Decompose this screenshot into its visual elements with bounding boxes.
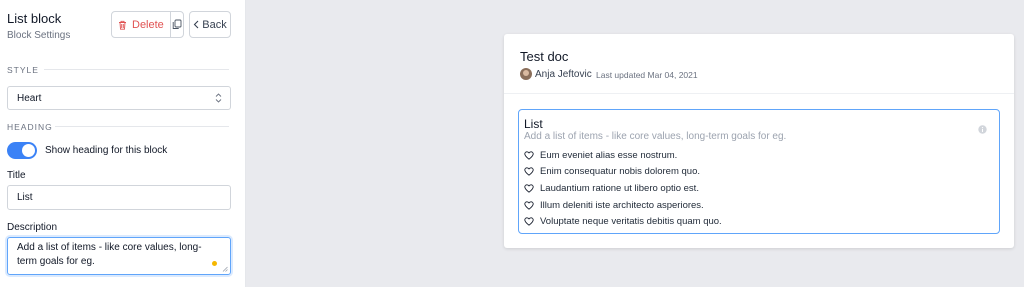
delete-label: Delete bbox=[132, 18, 164, 31]
list-block-title: List bbox=[524, 117, 543, 131]
list-item: Eum eveniet alias esse nostrum. bbox=[524, 147, 722, 164]
chevron-updown-icon bbox=[215, 93, 222, 103]
last-updated: Last updated Mar 04, 2021 bbox=[596, 70, 698, 80]
divider bbox=[44, 69, 229, 70]
style-select-value: Heart bbox=[17, 92, 42, 104]
unsaved-indicator bbox=[212, 261, 217, 266]
list-items: Eum eveniet alias esse nostrum. Enim con… bbox=[524, 147, 722, 230]
resize-grip-icon[interactable] bbox=[222, 266, 228, 272]
divider bbox=[55, 126, 229, 127]
heart-icon bbox=[524, 184, 534, 193]
delete-button[interactable]: Delete bbox=[112, 12, 171, 37]
trash-icon bbox=[119, 20, 126, 30]
heart-icon bbox=[524, 200, 534, 210]
list-item: Enim consequatur nobis dolorem quo. bbox=[524, 164, 722, 181]
panel-subtitle: Block Settings bbox=[7, 30, 71, 41]
list-item-text: Enim consequatur nobis dolorem quo. bbox=[540, 166, 701, 178]
list-item: Voluptate neque veritatis debitis quam q… bbox=[524, 213, 722, 230]
chevron-left-icon bbox=[193, 20, 199, 29]
list-block[interactable]: List Add a list of items - like core val… bbox=[518, 109, 1000, 234]
list-block-description: Add a list of items - like core values, … bbox=[524, 131, 787, 142]
heart-icon bbox=[524, 217, 534, 226]
copy-icon bbox=[172, 19, 182, 29]
block-settings-panel: List block Block Settings Delete Back ST… bbox=[0, 0, 246, 287]
action-button-group: Delete bbox=[111, 11, 184, 38]
list-item-text: Laudantium ratione ut libero optio est. bbox=[540, 182, 699, 194]
list-item: Illum deleniti iste architecto asperiore… bbox=[524, 197, 722, 214]
show-heading-label: Show heading for this block bbox=[45, 145, 168, 156]
heart-icon bbox=[524, 151, 534, 160]
description-textarea-value: Add a list of items - like core values, … bbox=[17, 242, 202, 267]
panel-title: List block bbox=[7, 11, 62, 26]
list-item-text: Eum eveniet alias esse nostrum. bbox=[540, 149, 678, 161]
toggle-knob bbox=[22, 144, 35, 157]
description-textarea[interactable]: Add a list of items - like core values, … bbox=[7, 237, 231, 275]
heading-section-label: HEADING bbox=[7, 122, 53, 132]
list-item-text: Voluptate neque veritatis debitis quam q… bbox=[540, 216, 722, 228]
title-field-label: Title bbox=[7, 170, 26, 181]
back-button[interactable]: Back bbox=[189, 11, 231, 38]
title-input-value: List bbox=[17, 192, 33, 203]
show-heading-toggle[interactable] bbox=[7, 142, 37, 159]
description-field-label: Description bbox=[7, 222, 58, 233]
style-select[interactable]: Heart bbox=[7, 86, 231, 110]
duplicate-button[interactable] bbox=[171, 12, 183, 37]
info-icon[interactable] bbox=[978, 125, 987, 134]
document-card: Test doc Anja Jeftovic Last updated Mar … bbox=[504, 34, 1014, 248]
document-title: Test doc bbox=[520, 49, 569, 64]
back-label: Back bbox=[202, 18, 227, 31]
author-name: Anja Jeftovic bbox=[535, 69, 592, 80]
avatar bbox=[520, 68, 532, 80]
style-section-label: STYLE bbox=[7, 65, 39, 75]
heart-icon bbox=[524, 167, 534, 177]
list-item-text: Illum deleniti iste architecto asperiore… bbox=[540, 199, 704, 211]
list-item: Laudantium ratione ut libero optio est. bbox=[524, 180, 722, 197]
divider bbox=[504, 93, 1014, 94]
title-input[interactable]: List bbox=[7, 185, 231, 210]
